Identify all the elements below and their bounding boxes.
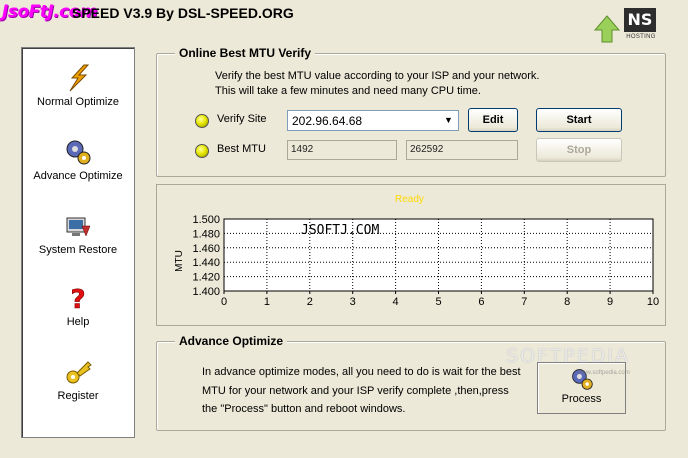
y-tick-label: 1.480 [192, 228, 220, 240]
stop-button[interactable]: Stop [536, 138, 622, 162]
sidebar-item-label: Normal Optimize [37, 96, 119, 108]
ns-logo: NS [624, 8, 656, 32]
chevron-down-icon[interactable]: ▼ [441, 113, 456, 128]
lightning-icon [69, 64, 90, 92]
sidebar-item-label: System Restore [38, 244, 118, 256]
mtu-chart-panel: Ready 0 1 2 3 4 5 6 7 8 9 10 1.500 1.480 1.460 1.440 1.… [156, 184, 666, 326]
x-tick-label: 5 [435, 296, 441, 308]
x-tick-label: 9 [607, 296, 613, 308]
y-axis-title: MTU [174, 250, 185, 272]
sidebar: Normal Optimize Advance Optimize System … [21, 47, 135, 438]
mtu-chart: 0 1 2 3 4 5 6 7 8 9 10 1.500 1.480 1.460 1.440 1.420 1.4… [174, 214, 659, 308]
y-tick-label: 1.440 [192, 257, 220, 269]
x-tick-label: 1 [264, 296, 270, 308]
x-tick-label: 10 [647, 296, 659, 308]
sidebar-item-label: Help [66, 316, 90, 328]
window-title: SPEED V3.9 By DSL-SPEED.ORG [72, 5, 294, 21]
sidebar-item-label: Advance Optimize [33, 170, 123, 182]
verify-site-label: Verify Site [217, 113, 267, 125]
advance-description-line2: MTU for your network and your ISP verify… [202, 385, 509, 397]
advance-description-line3: the "Process" button and reboot windows. [202, 403, 406, 415]
advance-description-line1: In advance optimize modes, all you need … [202, 366, 521, 378]
key-icon [66, 361, 92, 384]
sidebar-item-advance-optimize[interactable]: Advance Optimize [22, 138, 134, 182]
x-tick-label: 3 [350, 296, 356, 308]
chart-watermark: JSOFTJ.COM [301, 223, 379, 238]
y-tick-label: 1.500 [192, 214, 220, 226]
best-mtu-field: 1492 [287, 140, 397, 160]
hosting-badge: NS HOSTING [594, 4, 664, 44]
restore-icon [66, 217, 91, 237]
question-icon: ? [70, 285, 86, 312]
svg-text:?: ? [70, 285, 85, 312]
hosting-label: HOSTING [626, 34, 656, 40]
gears-icon [66, 140, 91, 165]
y-tick-label: 1.400 [192, 286, 220, 298]
verify-site-led-icon [195, 114, 209, 128]
mtu-verify-group: Online Best MTU Verify Verify the best M… [156, 46, 666, 177]
verify-site-select[interactable]: 202.96.64.68 ▼ [287, 110, 459, 131]
start-button[interactable]: Start [536, 108, 622, 132]
best-mtu-label: Best MTU [217, 143, 266, 155]
sidebar-item-normal-optimize[interactable]: Normal Optimize [22, 64, 134, 108]
mtu-description-line2: This will take a few minutes and need ma… [215, 85, 481, 97]
process-button-label: Process [561, 393, 602, 405]
x-tick-label: 8 [564, 296, 570, 308]
y-tick-label: 1.420 [192, 272, 220, 284]
green-arrow-icon [594, 15, 620, 43]
softpedia-watermark: SOFTPEDIA [506, 345, 630, 367]
sidebar-item-system-restore[interactable]: System Restore [22, 212, 134, 256]
edit-button[interactable]: Edit [468, 108, 518, 132]
x-tick-label: 4 [393, 296, 399, 308]
x-tick-label: 6 [478, 296, 484, 308]
title-bar: JsoFtJ.com SPEED V3.9 By DSL-SPEED.ORG [0, 0, 688, 26]
sidebar-item-label: Register [57, 390, 99, 402]
y-tick-label: 1.460 [192, 243, 220, 255]
best-mtu-secondary-field: 262592 [406, 140, 518, 160]
x-tick-label: 7 [521, 296, 527, 308]
best-mtu-led-icon [195, 144, 209, 158]
x-tick-label: 0 [221, 296, 227, 308]
sidebar-item-register[interactable]: Register [22, 358, 134, 402]
mtu-verify-title: Online Best MTU Verify [175, 46, 316, 60]
sidebar-item-help[interactable]: ? Help [22, 284, 134, 328]
verify-site-value: 202.96.64.68 [292, 114, 363, 128]
mtu-description-line1: Verify the best MTU value according to y… [215, 70, 540, 82]
x-tick-label: 2 [307, 296, 313, 308]
advance-optimize-title: Advance Optimize [175, 334, 288, 348]
softpedia-watermark-url: www.softpedia.com [578, 370, 630, 376]
